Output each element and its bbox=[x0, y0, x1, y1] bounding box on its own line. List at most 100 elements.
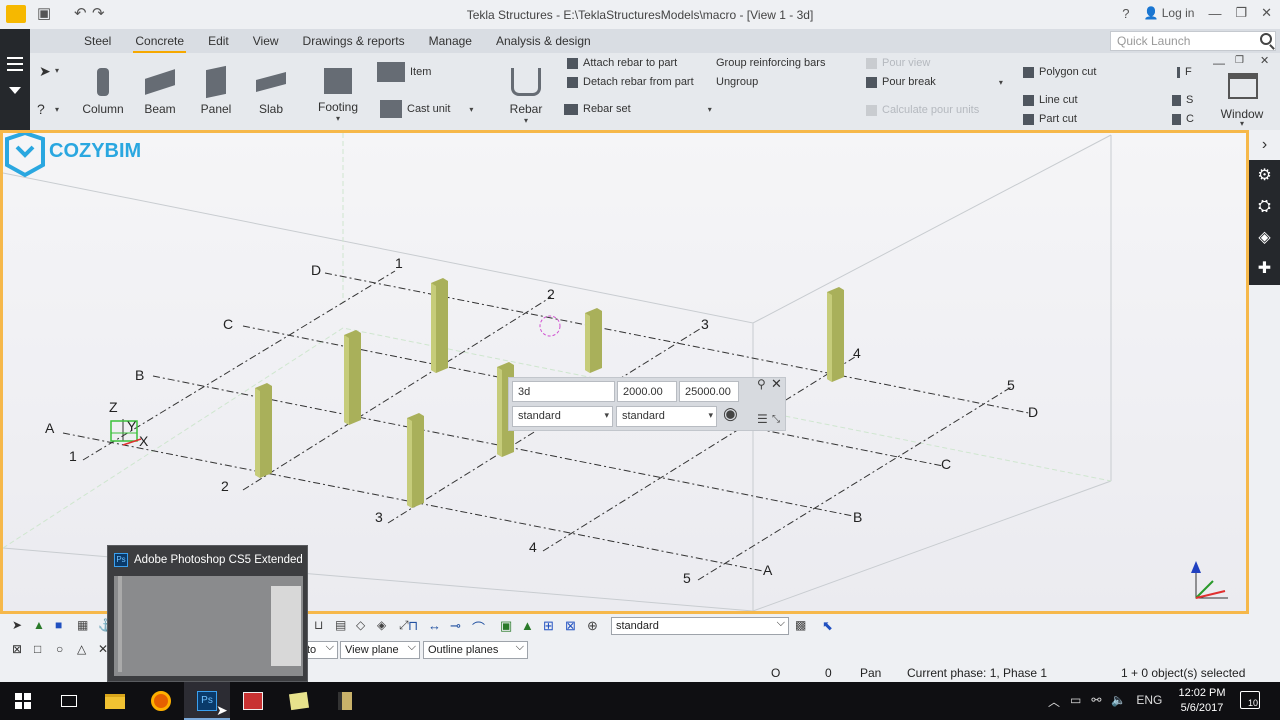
column-part[interactable] bbox=[407, 413, 424, 508]
resize-icon[interactable]: ⤡ bbox=[772, 414, 780, 425]
ungroup-button[interactable]: Ungroup bbox=[716, 76, 758, 88]
snap-icon[interactable]: ▤ bbox=[335, 618, 351, 634]
visibility-select[interactable]: standard bbox=[616, 406, 717, 427]
chevron-down-icon[interactable]: ▾ bbox=[55, 66, 59, 75]
menu-icon[interactable] bbox=[7, 57, 23, 59]
help-button[interactable]: ? bbox=[1122, 6, 1129, 21]
start-button[interactable] bbox=[0, 682, 46, 720]
close-button[interactable]: ✕ bbox=[1261, 5, 1272, 21]
restore-button[interactable]: ❐ bbox=[1235, 5, 1247, 21]
list-icon[interactable]: ☰ bbox=[757, 412, 768, 426]
window-button[interactable]: — ❐ ✕ Window ▾ bbox=[1210, 53, 1280, 130]
minimize-ribbon-icon[interactable]: — bbox=[1213, 56, 1225, 70]
slab-button[interactable]: Slab bbox=[248, 68, 294, 116]
fitting-button[interactable]: F bbox=[1177, 66, 1192, 78]
combine-button[interactable]: C bbox=[1172, 113, 1194, 125]
view-plane-select[interactable]: View plane bbox=[340, 641, 420, 659]
catalog-icon[interactable]: ◈ bbox=[1249, 222, 1280, 253]
snap-arc-icon[interactable]: ⌒ bbox=[472, 618, 488, 636]
panel-button[interactable]: Panel bbox=[193, 65, 239, 116]
column-part[interactable] bbox=[344, 330, 361, 425]
chevron-up-icon[interactable]: ︿ bbox=[1048, 693, 1060, 710]
beam-button[interactable]: Beam bbox=[137, 68, 183, 116]
group-bars-button[interactable]: Group reinforcing bars bbox=[716, 57, 825, 69]
notification-center-button[interactable]: 10 bbox=[1240, 691, 1260, 709]
snap-circle-icon[interactable]: ○ bbox=[56, 642, 72, 658]
attach-rebar-button[interactable]: Attach rebar to part bbox=[567, 57, 677, 69]
snap-free-icon[interactable]: ⊠ bbox=[565, 618, 581, 634]
network-icon[interactable]: ⚯ bbox=[1091, 693, 1101, 710]
pin-icon[interactable]: ⚲ bbox=[757, 377, 766, 391]
snap-intersection-icon[interactable]: ⊸ bbox=[450, 618, 466, 634]
tab-steel[interactable]: Steel bbox=[84, 29, 111, 53]
select-components-icon[interactable]: ■ bbox=[55, 618, 71, 634]
snap-plane-icon[interactable]: ◇ bbox=[356, 618, 372, 634]
collapse-icon[interactable] bbox=[9, 87, 21, 94]
detach-rebar-button[interactable]: Detach rebar from part bbox=[567, 76, 694, 88]
part-cut-button[interactable]: Part cut bbox=[1023, 113, 1077, 125]
taskbar-notes[interactable] bbox=[276, 682, 322, 720]
chevron-down-icon[interactable]: ▾ bbox=[469, 105, 473, 114]
view-depth-down-input[interactable] bbox=[679, 381, 739, 402]
language-indicator[interactable]: ENG bbox=[1136, 693, 1162, 710]
column-part[interactable] bbox=[585, 308, 602, 373]
outline-planes-select[interactable]: Outline planes bbox=[423, 641, 528, 659]
tab-analysis-design[interactable]: Analysis & design bbox=[496, 29, 591, 53]
tab-view[interactable]: View bbox=[253, 29, 279, 53]
taskbar-preview-photoshop[interactable]: Ps Adobe Photoshop CS5 Extended bbox=[107, 545, 308, 682]
tab-drawings-reports[interactable]: Drawings & reports bbox=[303, 29, 405, 53]
item-button[interactable]: Item bbox=[377, 62, 431, 82]
select-all-icon[interactable]: ➤ bbox=[12, 618, 28, 634]
clock[interactable]: 12:02 PM 5/6/2017 bbox=[1170, 686, 1234, 716]
expand-pane-icon[interactable]: › bbox=[1249, 130, 1280, 160]
snap-geometry-icon[interactable]: ▣ bbox=[500, 618, 516, 634]
select-assemblies-icon[interactable]: ▦ bbox=[77, 618, 93, 634]
zoom-icon[interactable]: ⊕ bbox=[587, 618, 603, 634]
taskbar-firefox[interactable] bbox=[138, 682, 184, 720]
calculate-pour-button[interactable]: Calculate pour units bbox=[866, 104, 979, 116]
footing-button[interactable]: Footing ▾ bbox=[315, 68, 361, 123]
snap-triangle-icon[interactable]: △ bbox=[77, 642, 93, 658]
line-cut-button[interactable]: Line cut bbox=[1023, 94, 1078, 106]
minimize-button[interactable]: — bbox=[1208, 6, 1221, 21]
chevron-down-icon[interactable]: ▾ bbox=[999, 78, 1003, 87]
login-button[interactable]: 👤 Log in bbox=[1143, 6, 1194, 20]
snap-box-icon[interactable]: ⊠ bbox=[12, 642, 28, 658]
volume-icon[interactable]: 🔈 bbox=[1111, 693, 1126, 710]
help-cursor-icon[interactable]: ? bbox=[37, 101, 45, 117]
column-part[interactable] bbox=[827, 287, 844, 382]
smart-select-icon[interactable]: ⬉ bbox=[822, 618, 838, 634]
split-button[interactable]: S bbox=[1172, 94, 1193, 106]
chevron-down-icon[interactable]: ▾ bbox=[315, 114, 361, 123]
model-view-3d[interactable]: A B C D A B C D 1 2 3 4 5 1 2 3 4 5 Z Y … bbox=[0, 130, 1249, 614]
applications-icon[interactable]: ✚ bbox=[1249, 253, 1280, 284]
tab-manage[interactable]: Manage bbox=[429, 29, 472, 53]
status-phase[interactable]: Current phase: 1, Phase 1 bbox=[907, 666, 1047, 680]
snap-icon[interactable]: ⊔ bbox=[314, 618, 330, 634]
snap-point-icon[interactable]: ◈ bbox=[377, 618, 393, 634]
snap-grid-icon[interactable]: ⊞ bbox=[543, 618, 559, 634]
select-arrow-icon[interactable]: ➤ bbox=[39, 63, 51, 80]
taskbar-tekla[interactable] bbox=[230, 682, 276, 720]
tab-edit[interactable]: Edit bbox=[208, 29, 229, 53]
view-depth-up-input[interactable] bbox=[617, 381, 677, 402]
snap-reference-icon[interactable]: ▲ bbox=[521, 618, 537, 634]
quick-launch-input[interactable]: Quick Launch bbox=[1110, 31, 1276, 51]
chevron-down-icon[interactable]: ▾ bbox=[55, 105, 59, 114]
taskbar-explorer[interactable] bbox=[92, 682, 138, 720]
snap-end-icon[interactable]: ⊓ bbox=[408, 618, 424, 634]
view-name-input[interactable] bbox=[512, 381, 615, 402]
properties-icon[interactable]: ⚙ bbox=[1249, 160, 1280, 191]
chevron-down-icon[interactable]: ▾ bbox=[708, 105, 712, 114]
polygon-cut-button[interactable]: Polygon cut bbox=[1023, 66, 1096, 78]
snap-square-icon[interactable]: □ bbox=[34, 642, 50, 658]
cast-unit-button[interactable]: Cast unit ▾ bbox=[380, 100, 473, 118]
column-part[interactable] bbox=[255, 383, 272, 478]
chevron-down-icon[interactable]: ▾ bbox=[1210, 119, 1274, 128]
settings-icon[interactable]: ⛭ bbox=[1249, 191, 1280, 222]
model-canvas[interactable]: A B C D A B C D 1 2 3 4 5 1 2 3 4 5 Z Y … bbox=[3, 133, 1246, 611]
close-view-icon[interactable]: ✕ bbox=[1260, 54, 1269, 67]
close-icon[interactable]: ✕ bbox=[771, 376, 782, 392]
column-button[interactable]: Column bbox=[80, 68, 126, 116]
column-part[interactable] bbox=[431, 278, 448, 373]
